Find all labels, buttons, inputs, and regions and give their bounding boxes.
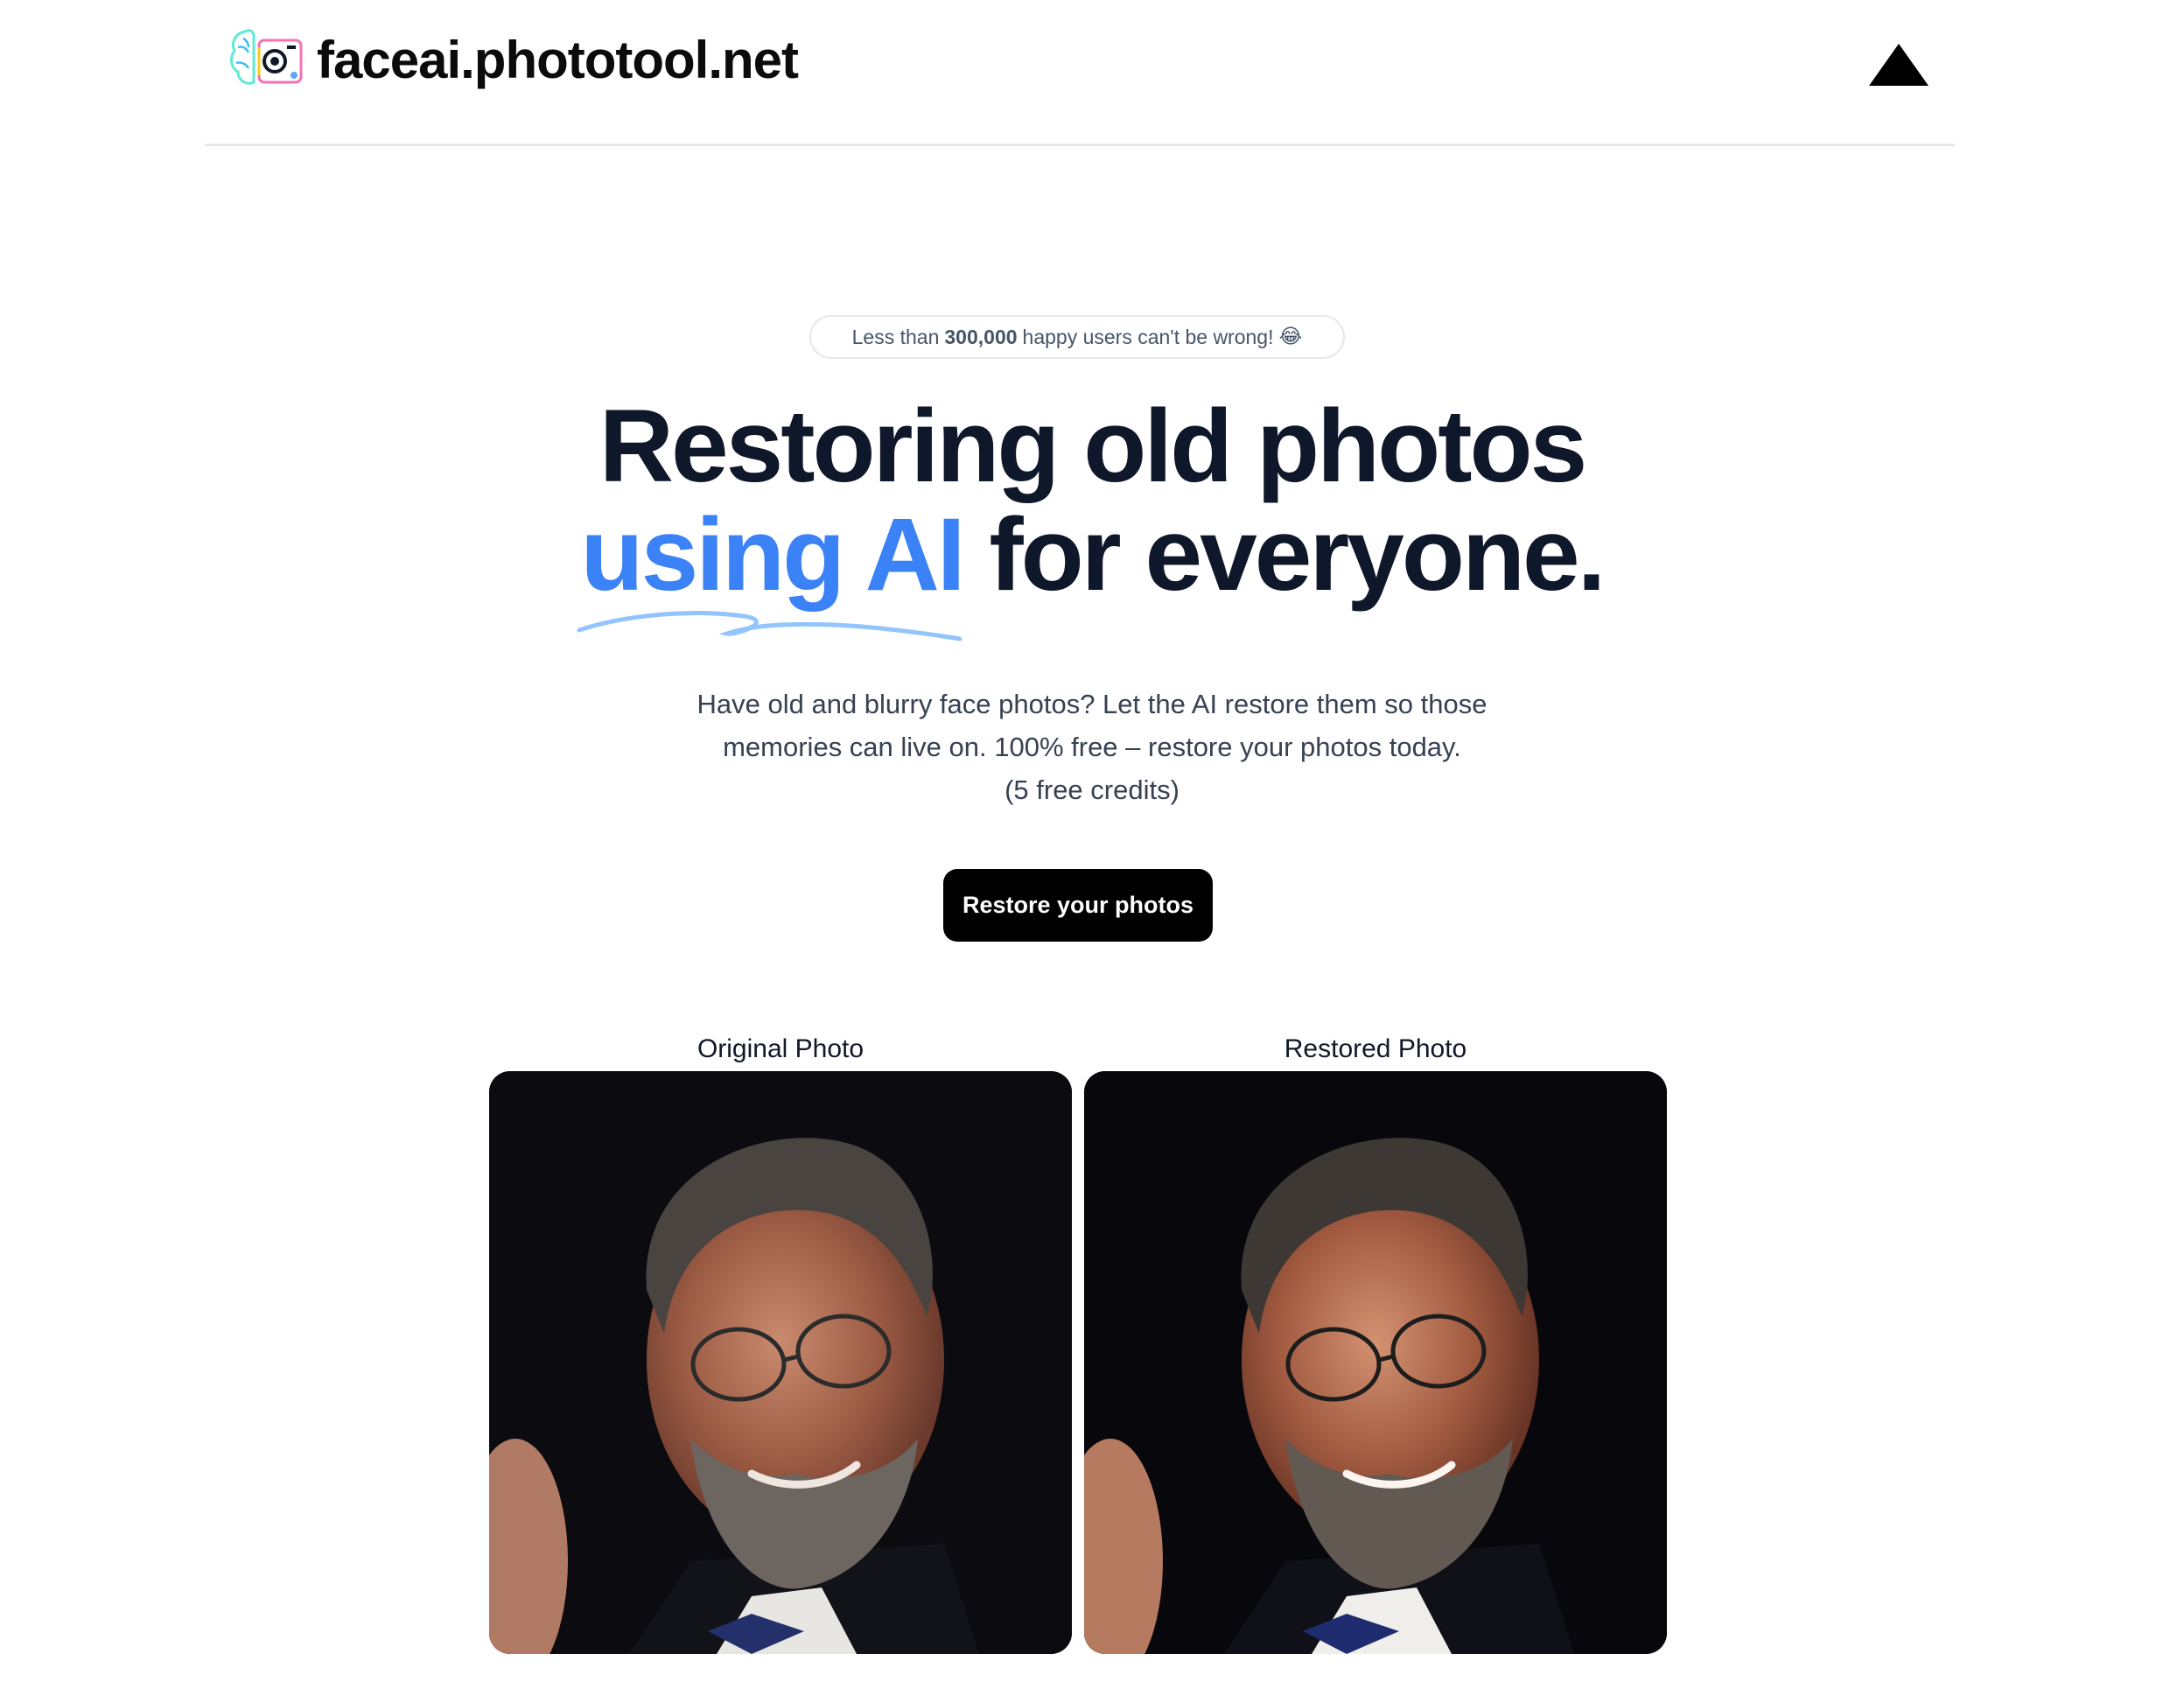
site-name: faceai.phototool.net — [317, 30, 799, 89]
hero-title: Restoring old photos using AI for everyo… — [0, 389, 2184, 641]
restored-photo-image — [1084, 1071, 1667, 1654]
badge-suffix: happy users can't be wrong! — [1022, 325, 1274, 348]
description-line2: memories can live on. 100% free – restor… — [723, 732, 1461, 762]
laughing-emoji-icon: 😂 — [1278, 326, 1303, 348]
original-photo-image — [489, 1071, 1072, 1654]
brain-camera-logo-icon — [230, 29, 303, 85]
hero-title-rest: for everyone. — [962, 497, 1606, 613]
restore-photos-button[interactable]: Restore your photos — [943, 869, 1213, 942]
description-line3: (5 free credits) — [1004, 774, 1180, 805]
hero-title-accent-text: using AI — [580, 497, 966, 613]
original-photo-column: Original Photo — [489, 1033, 1072, 1654]
portrait-image — [489, 1071, 1072, 1654]
original-photo-label: Original Photo — [696, 1034, 864, 1063]
portrait-image — [1084, 1071, 1667, 1654]
hero-title-line2: using AI for everyone. — [0, 501, 2184, 641]
users-count-badge: Less than 300,000 happy users can't be w… — [809, 315, 1345, 359]
triangle-logo-link[interactable] — [1867, 42, 1930, 88]
hero-title-line1: Restoring old photos — [598, 389, 1587, 504]
triangle-logo-icon — [1869, 44, 1928, 86]
site-header: faceai.phototool.net — [205, 0, 1955, 146]
brand-home-link[interactable]: faceai.phototool.net — [229, 23, 799, 96]
squiggle-underline-icon — [577, 611, 962, 641]
hero-description: Have old and blurry face photos? Let the… — [665, 683, 1519, 811]
restored-photo-label: Restored Photo — [1284, 1034, 1467, 1063]
description-line1: Have old and blurry face photos? Let the… — [696, 689, 1488, 719]
restored-photo-column: Restored Photo — [1084, 1033, 1667, 1654]
badge-prefix: Less than — [851, 325, 940, 348]
badge-count: 300,000 — [944, 325, 1018, 348]
hero-title-accent: using AI — [577, 501, 966, 641]
